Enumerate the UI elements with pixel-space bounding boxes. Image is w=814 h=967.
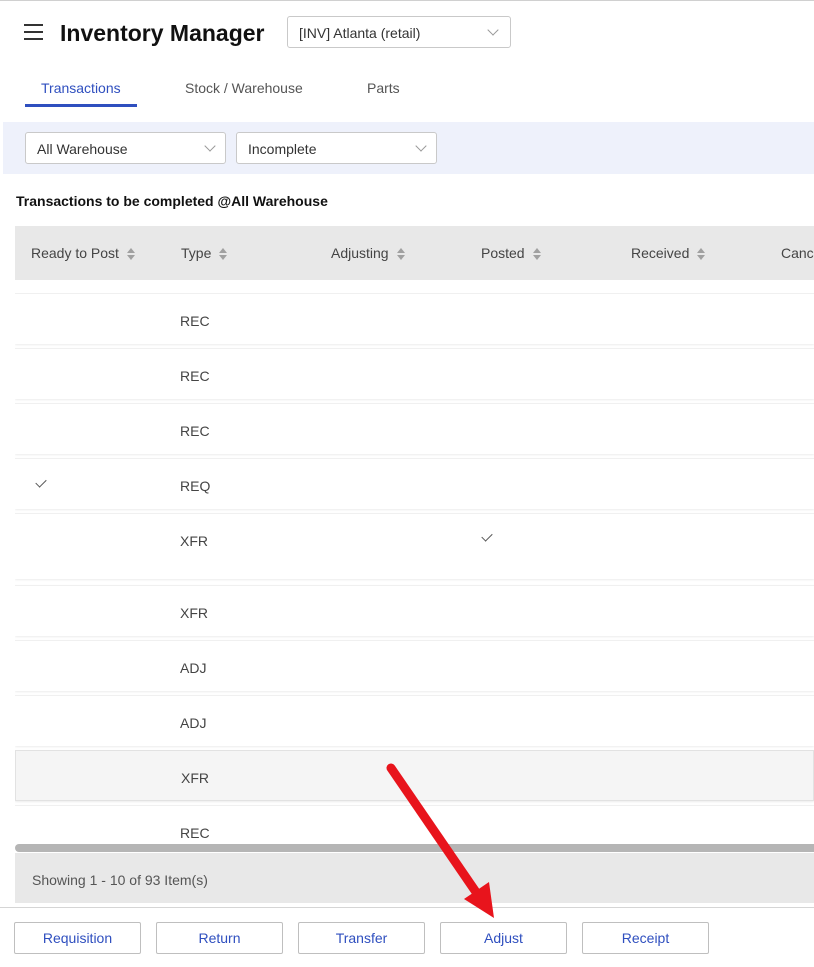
type-cell: XFR <box>180 533 208 549</box>
status-filter-value: Incomplete <box>248 141 317 157</box>
table-row[interactable]: REC <box>15 348 814 399</box>
type-cell: REQ <box>180 478 211 494</box>
warehouse-filter-select[interactable]: All Warehouse <box>25 132 226 164</box>
store-select-value: [INV] Atlanta (retail) <box>299 25 421 41</box>
section-title: Transactions to be completed @All Wareho… <box>16 193 328 209</box>
type-cell: REC <box>180 423 210 439</box>
table-row[interactable]: REC <box>15 293 814 344</box>
column-header-cancelled[interactable]: Canc <box>781 245 814 261</box>
type-cell: REC <box>180 825 210 841</box>
warehouse-filter-value: All Warehouse <box>37 141 128 157</box>
app-header: Inventory Manager [INV] Atlanta (retail) <box>0 0 814 66</box>
horizontal-scrollbar[interactable] <box>15 844 814 852</box>
table-row[interactable]: ADJ <box>15 640 814 691</box>
chevron-down-icon <box>204 140 216 152</box>
table-row[interactable]: REQ <box>15 458 814 509</box>
action-bar: Requisition Return Transfer Adjust Recei… <box>0 907 814 967</box>
status-filter-select[interactable]: Incomplete <box>236 132 437 164</box>
return-button[interactable]: Return <box>156 922 283 954</box>
tab-bar: Transactions Stock / Warehouse Parts <box>0 66 814 108</box>
table-row[interactable]: ADJ <box>15 695 814 746</box>
type-cell: XFR <box>180 605 208 621</box>
hamburger-menu-icon[interactable] <box>24 24 43 40</box>
type-cell: XFR <box>181 770 209 786</box>
requisition-button[interactable]: Requisition <box>14 922 141 954</box>
table-header: Ready to Post Type Adjusting Posted Rece… <box>15 226 814 280</box>
store-select[interactable]: [INV] Atlanta (retail) <box>287 16 511 48</box>
pagination-footer: Showing 1 - 10 of 93 Item(s) <box>15 853 814 903</box>
column-header-ready-to-post[interactable]: Ready to Post <box>31 245 135 261</box>
column-header-posted[interactable]: Posted <box>481 245 541 261</box>
type-cell: REC <box>180 313 210 329</box>
transfer-button[interactable]: Transfer <box>298 922 425 954</box>
type-cell: REC <box>180 368 210 384</box>
column-header-received[interactable]: Received <box>631 245 706 261</box>
pagination-summary: Showing 1 - 10 of 93 Item(s) <box>32 872 208 888</box>
table-row[interactable]: XFR <box>15 750 814 801</box>
ready-to-post-check-icon <box>35 476 47 488</box>
chevron-down-icon <box>415 140 427 152</box>
table-row[interactable]: XFR <box>15 585 814 636</box>
tab-stock-warehouse[interactable]: Stock / Warehouse <box>185 80 303 96</box>
receipt-button[interactable]: Receipt <box>582 922 709 954</box>
app-title: Inventory Manager <box>60 20 265 46</box>
active-tab-indicator <box>25 104 137 107</box>
filter-bar: All Warehouse Incomplete <box>3 122 814 174</box>
sort-icon[interactable] <box>126 248 135 261</box>
column-header-adjusting[interactable]: Adjusting <box>331 245 405 261</box>
tab-parts[interactable]: Parts <box>367 80 400 96</box>
tab-transactions[interactable]: Transactions <box>41 80 121 96</box>
table-row[interactable]: XFR <box>15 513 814 579</box>
type-cell: ADJ <box>180 715 207 731</box>
type-cell: ADJ <box>180 660 207 676</box>
sort-icon[interactable] <box>697 248 706 261</box>
sort-icon[interactable] <box>532 248 541 261</box>
sort-icon[interactable] <box>396 248 405 261</box>
posted-check-icon <box>481 530 493 542</box>
sort-icon[interactable] <box>219 248 228 261</box>
column-header-type[interactable]: Type <box>181 245 228 261</box>
transactions-table-body: REC REC REC REQ XFR XFR ADJ ADJ XFR REC <box>15 293 814 842</box>
adjust-button[interactable]: Adjust <box>440 922 567 954</box>
chevron-down-icon <box>487 24 499 36</box>
table-row[interactable]: REC <box>15 805 814 842</box>
table-row[interactable]: REC <box>15 403 814 454</box>
